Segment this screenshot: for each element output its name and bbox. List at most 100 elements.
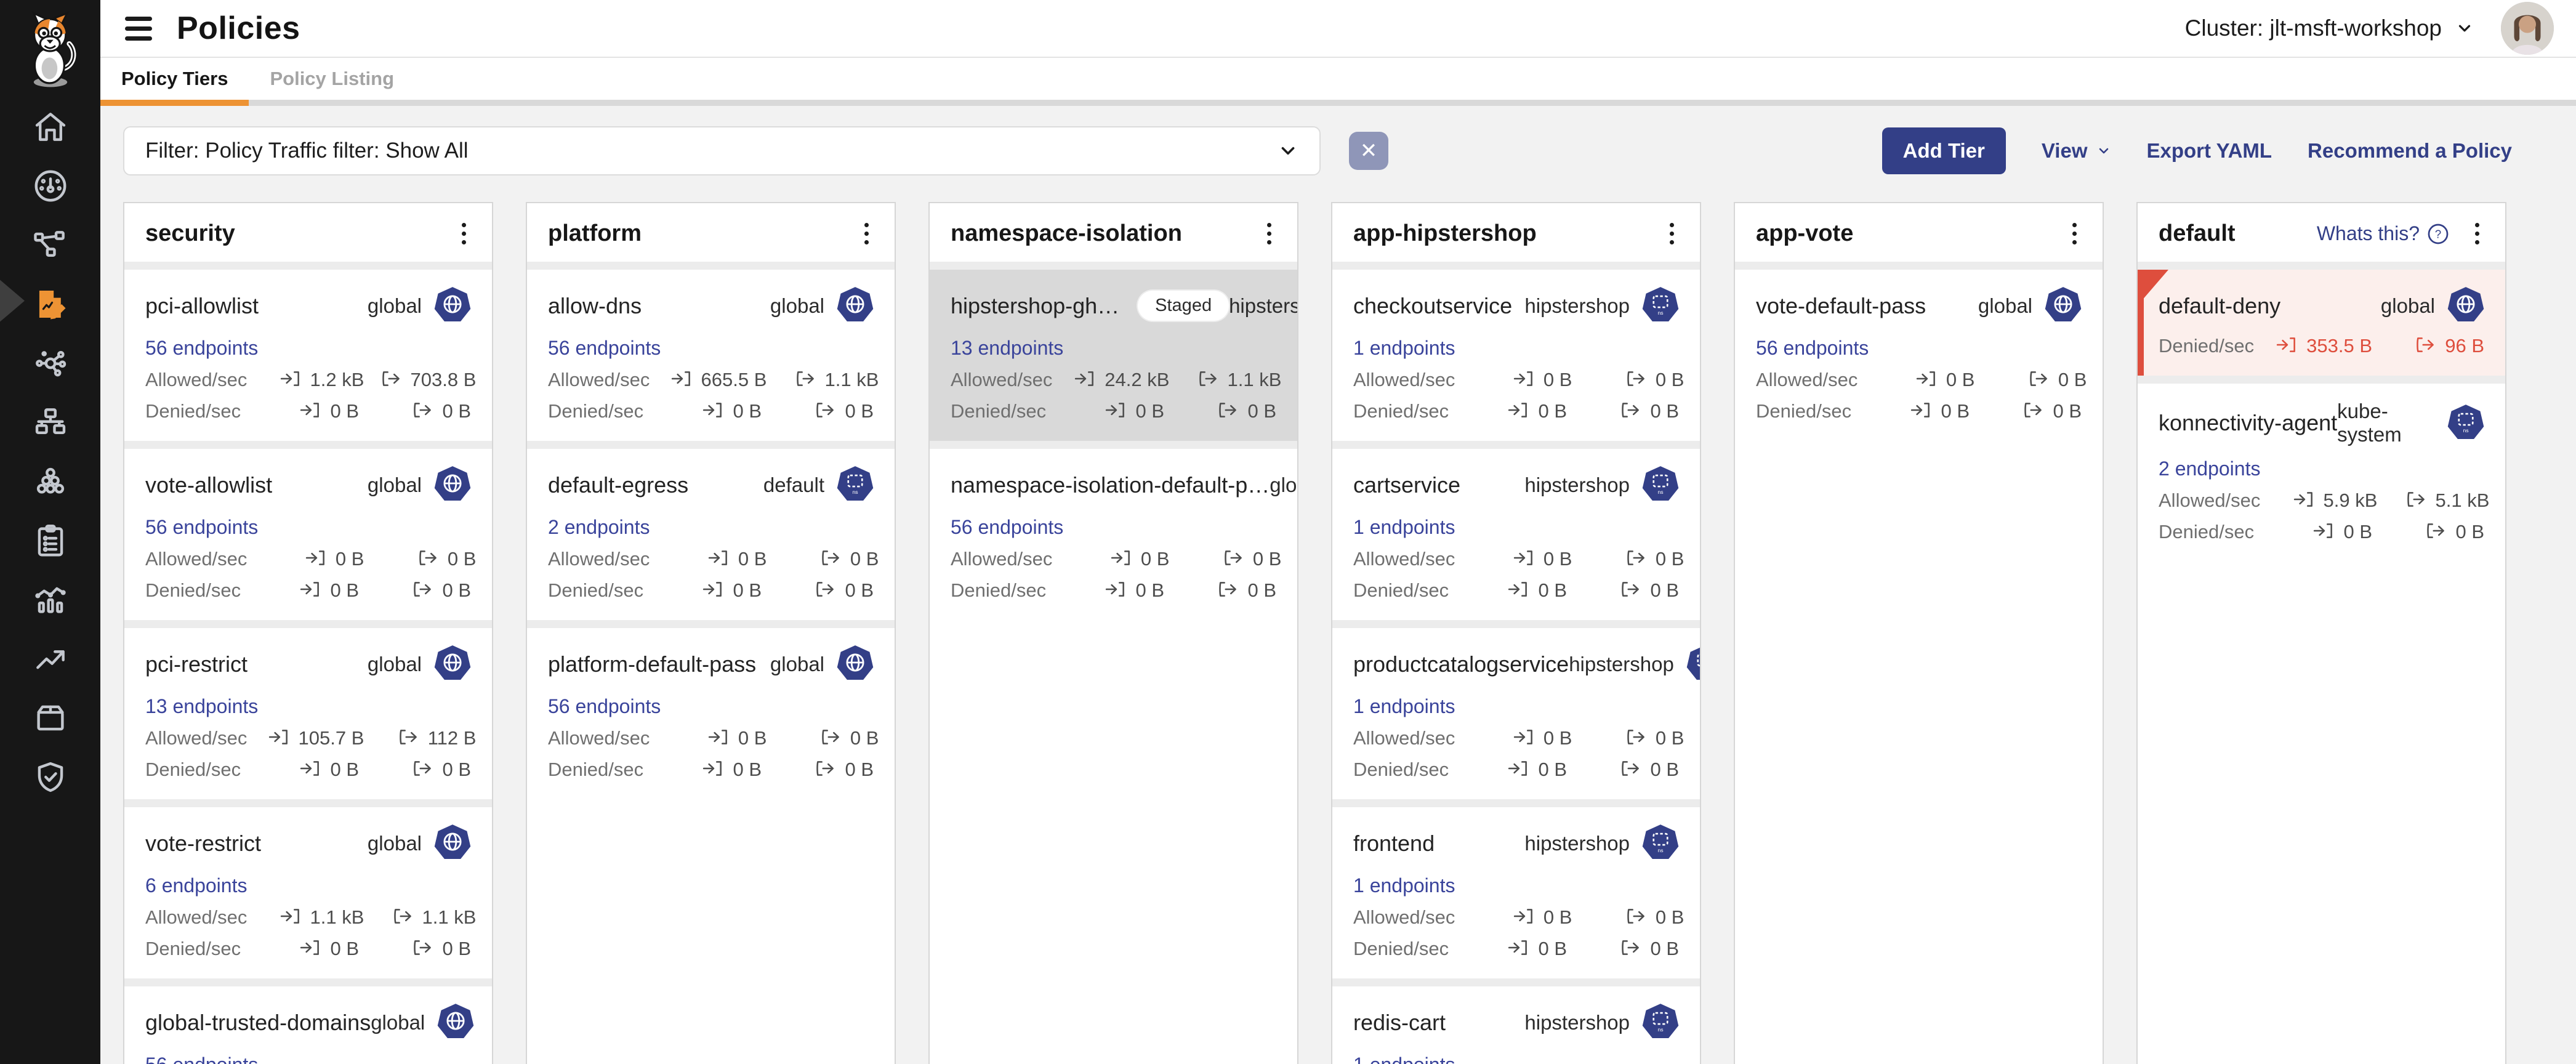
policy-card-konnectivity-agent[interactable]: konnectivity-agentkube-systemns2 endpoin… bbox=[2138, 376, 2505, 562]
egress-icon bbox=[1223, 549, 1245, 570]
egress-value: 1.1 kB bbox=[422, 906, 477, 929]
policy-card-namespace-isolation-default-p[interactable]: namespace-isolation-default-p…global56 e… bbox=[930, 441, 1297, 620]
endpoints-link[interactable]: 2 endpoints bbox=[2159, 457, 2260, 480]
add-tier-button[interactable]: Add Tier bbox=[1882, 127, 2006, 174]
tier-menu-kebab-icon[interactable] bbox=[2067, 219, 2082, 248]
cluster-selector[interactable]: Cluster: jlt-msft-workshop bbox=[2185, 15, 2474, 41]
whats-this-label: Whats this? bbox=[2317, 222, 2420, 245]
export-yaml-button[interactable]: Export YAML bbox=[2147, 139, 2272, 163]
sidebar-item-service-graph[interactable] bbox=[0, 334, 100, 393]
policy-scope: hipstershopns bbox=[1229, 286, 1298, 326]
policy-name-row: productcatalogservicehipstershopns bbox=[1353, 644, 1679, 684]
policy-traffic-filter-select[interactable]: Filter: Policy Traffic filter: Show All bbox=[123, 126, 1321, 175]
policy-name-row: cartservicehipstershopns bbox=[1353, 465, 1679, 505]
calico-cat-logo[interactable] bbox=[0, 0, 100, 97]
egress-icon bbox=[1625, 369, 1648, 391]
policy-scope: global bbox=[368, 465, 471, 505]
stat-row: Allowed/sec105.7 B112 B bbox=[145, 727, 471, 749]
stat-row: Denied/sec0 B0 B bbox=[548, 759, 874, 781]
policy-card-pci-restrict[interactable]: pci-restrictglobal13 endpointsAllowed/se… bbox=[124, 620, 492, 799]
policy-card-vote-restrict[interactable]: vote-restrictglobal6 endpointsAllowed/se… bbox=[124, 799, 492, 978]
policy-card-productcatalogservice[interactable]: productcatalogservicehipstershopns 1 endp… bbox=[1332, 620, 1700, 799]
egress-value: 0 B bbox=[850, 727, 879, 749]
endpoints-link[interactable]: 1 endpoints bbox=[1353, 874, 1455, 897]
sidebar-item-endpoints-cluster[interactable] bbox=[0, 452, 100, 511]
stat-label: Allowed/sec bbox=[1353, 727, 1455, 749]
endpoints-link[interactable]: 2 endpoints bbox=[548, 516, 650, 539]
close-icon: ✕ bbox=[1360, 139, 1378, 163]
egress-value: 0 B bbox=[448, 548, 477, 570]
policy-card-default-deny[interactable]: default-denyglobalDenied/sec353.5 B96 B bbox=[2138, 262, 2505, 376]
policy-card-hipstershop-gh[interactable]: hipstershop-gh…Stagedhipstershopns13 end… bbox=[930, 262, 1297, 441]
egress-value: 0 B bbox=[442, 579, 471, 602]
endpoints-link[interactable]: 1 endpoints bbox=[1353, 337, 1455, 360]
endpoints-link[interactable]: 56 endpoints bbox=[1756, 337, 1869, 360]
endpoints-link[interactable]: 1 endpoints bbox=[1353, 1054, 1455, 1064]
egress-icon bbox=[2425, 522, 2447, 543]
tier-menu-kebab-icon[interactable] bbox=[1262, 219, 1276, 248]
policy-card-cartservice[interactable]: cartservicehipstershopns1 endpointsAllow… bbox=[1332, 441, 1700, 620]
recommend-policy-button[interactable]: Recommend a Policy bbox=[2308, 139, 2512, 163]
policy-card-vote-default-pass[interactable]: vote-default-passglobal56 endpointsAllow… bbox=[1735, 262, 2103, 441]
view-dropdown-button[interactable]: View bbox=[2042, 139, 2111, 163]
tier-menu-kebab-icon[interactable] bbox=[1665, 219, 1679, 248]
tier-menu-kebab-icon[interactable] bbox=[2470, 219, 2484, 248]
endpoints-link[interactable]: 56 endpoints bbox=[548, 695, 661, 718]
ingress-value: 0 B bbox=[330, 938, 359, 960]
tier-menu-kebab-icon[interactable] bbox=[859, 219, 874, 248]
user-avatar[interactable] bbox=[2501, 2, 2554, 55]
endpoints-link[interactable]: 56 endpoints bbox=[145, 337, 258, 360]
endpoints-link[interactable]: 1 endpoints bbox=[1353, 516, 1455, 539]
policy-card-global-trusted-domains[interactable]: global-trusted-domainsglobal56 endpoints… bbox=[124, 978, 492, 1064]
egress-icon bbox=[815, 759, 837, 781]
policy-card-frontend[interactable]: frontendhipstershopns1 endpointsAllowed/… bbox=[1332, 799, 1700, 978]
sidebar-item-threat-defense-shield[interactable] bbox=[0, 748, 100, 807]
global-scope-icon bbox=[437, 1002, 474, 1042]
endpoints-link[interactable]: 56 endpoints bbox=[548, 337, 661, 360]
policy-card-allow-dns[interactable]: allow-dnsglobal56 endpointsAllowed/sec66… bbox=[527, 262, 895, 441]
endpoints-link[interactable]: 56 endpoints bbox=[145, 1054, 258, 1064]
policy-scope: global bbox=[770, 286, 874, 326]
endpoints-link[interactable]: 6 endpoints bbox=[145, 874, 247, 897]
ingress-value: 1.2 kB bbox=[310, 369, 364, 391]
stat-row: Allowed/sec0 B0 B bbox=[145, 548, 471, 570]
sidebar-item-dashboard-gauge[interactable] bbox=[0, 156, 100, 216]
sidebar-item-activity-dashboard[interactable] bbox=[0, 570, 100, 629]
policy-card-redis-cart[interactable]: redis-carthipstershopns1 endpointsAllowe… bbox=[1332, 978, 1700, 1064]
stat-label: Denied/sec bbox=[548, 400, 643, 422]
policy-name-row: default-denyglobal bbox=[2159, 286, 2484, 326]
ingress-value: 0 B bbox=[1538, 579, 1567, 602]
sidebar-item-home[interactable] bbox=[0, 97, 100, 156]
clear-filter-button[interactable]: ✕ bbox=[1349, 132, 1388, 170]
endpoints-link[interactable]: 56 endpoints bbox=[951, 516, 1063, 539]
policy-card-default-egress[interactable]: default-egressdefaultns2 endpointsAllowe… bbox=[527, 441, 895, 620]
sidebar-item-policies[interactable] bbox=[0, 275, 100, 334]
sidebar-item-image-assurance[interactable] bbox=[0, 688, 100, 748]
endpoints-link[interactable]: 56 endpoints bbox=[145, 516, 258, 539]
endpoints-link[interactable]: 13 endpoints bbox=[145, 695, 258, 718]
hamburger-menu-icon[interactable] bbox=[125, 11, 152, 46]
egress-value: 0 B bbox=[2058, 369, 2087, 391]
policy-card-vote-allowlist[interactable]: vote-allowlistglobal56 endpointsAllowed/… bbox=[124, 441, 492, 620]
tier-title: namespace-isolation bbox=[951, 220, 1182, 247]
ingress-value: 0 B bbox=[2343, 521, 2372, 543]
sidebar-item-compliance-reports[interactable] bbox=[0, 511, 100, 570]
stat-label: Allowed/sec bbox=[951, 369, 1052, 391]
ingress-icon bbox=[2313, 522, 2335, 543]
endpoints-link[interactable]: 13 endpoints bbox=[951, 337, 1063, 360]
tab-policy-tiers[interactable]: Policy Tiers bbox=[100, 58, 249, 100]
policy-card-checkoutservice[interactable]: checkoutservicehipstershopns1 endpointsA… bbox=[1332, 262, 1700, 441]
sidebar-item-threat-trends[interactable] bbox=[0, 629, 100, 688]
tab-policy-listing[interactable]: Policy Listing bbox=[249, 58, 415, 100]
endpoints-link[interactable]: 1 endpoints bbox=[1353, 695, 1455, 718]
scope-label: default bbox=[763, 474, 824, 497]
tier-menu-kebab-icon[interactable] bbox=[457, 219, 471, 248]
policy-scope: global bbox=[2381, 286, 2484, 326]
egress-icon bbox=[1620, 938, 1642, 960]
sidebar-item-flow-visualizations[interactable] bbox=[0, 216, 100, 275]
policy-card-pci-allowlist[interactable]: pci-allowlistglobal56 endpointsAllowed/s… bbox=[124, 262, 492, 441]
sidebar-item-network-topology[interactable] bbox=[0, 393, 100, 452]
policy-card-platform-default-pass[interactable]: platform-default-passglobal56 endpointsA… bbox=[527, 620, 895, 799]
whats-this-link[interactable]: Whats this?? bbox=[2317, 222, 2449, 245]
stat-label: Denied/sec bbox=[548, 759, 643, 781]
